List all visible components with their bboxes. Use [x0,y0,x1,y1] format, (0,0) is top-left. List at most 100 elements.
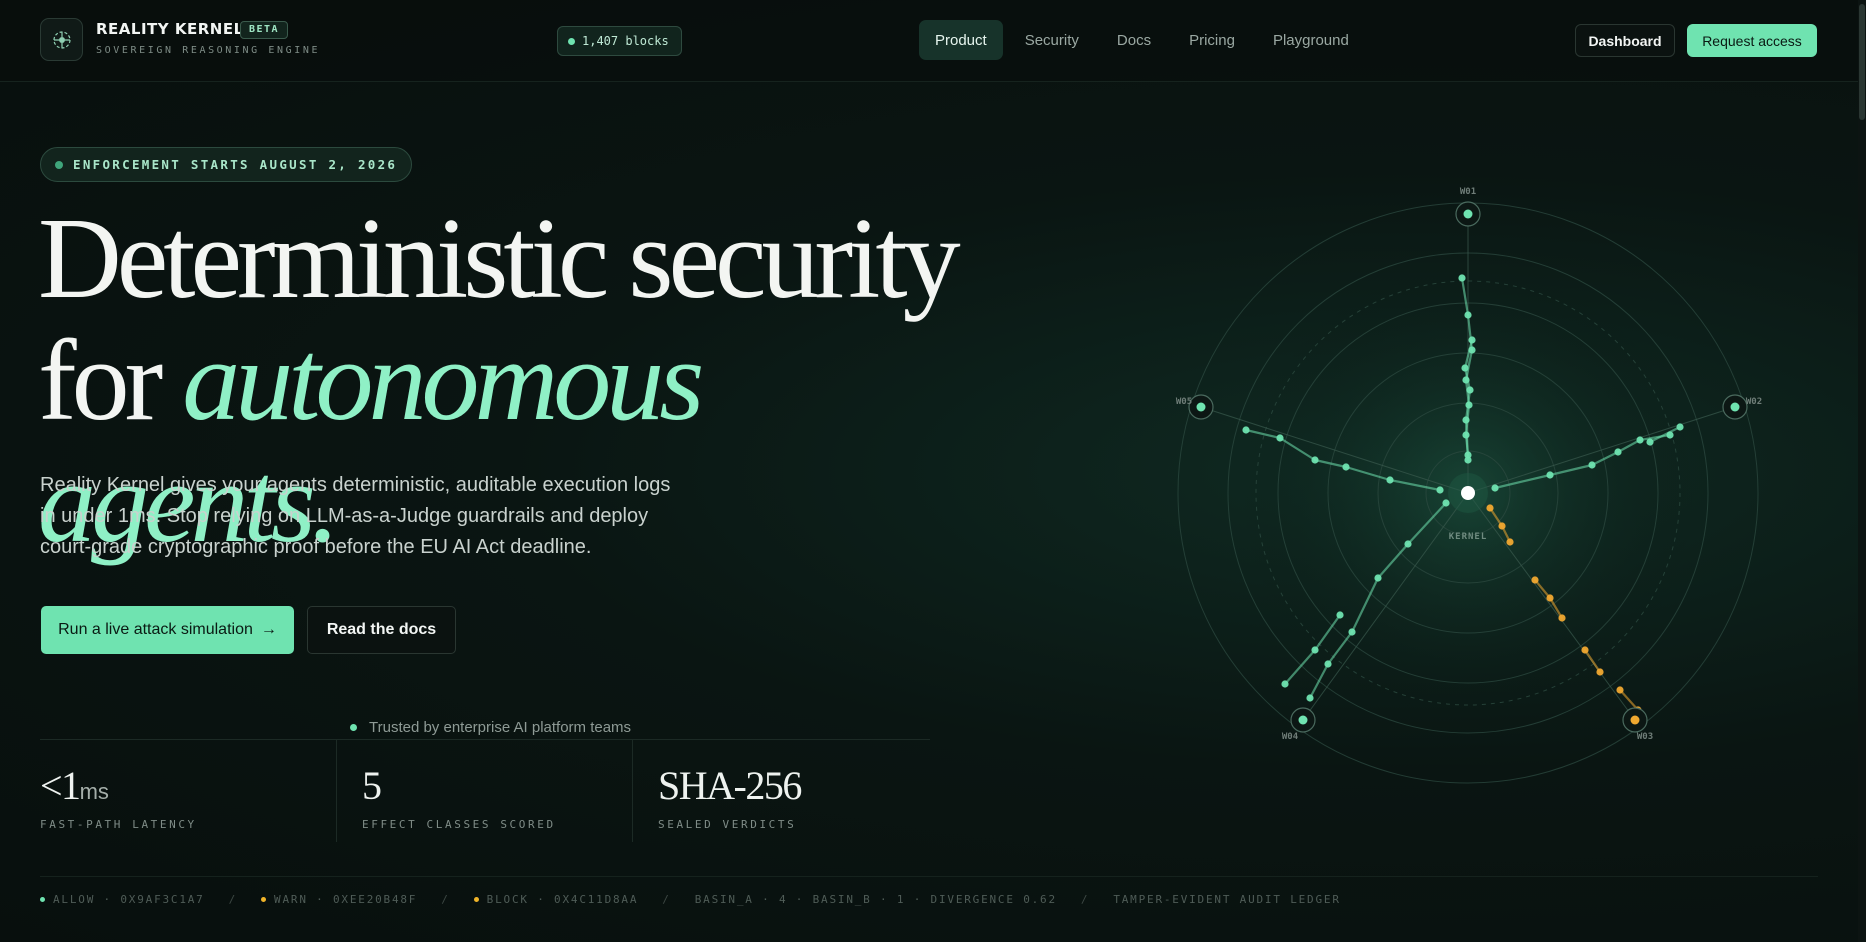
ticker-separator: / [441,893,450,906]
run-attack-simulation-button[interactable]: Run a live attack simulation → [41,606,294,654]
stat-label: EFFECT CLASSES SCORED [362,818,556,831]
brand-name: REALITY KERNEL [96,20,244,38]
particle-dot [1491,484,1499,492]
worker-node-dot [1298,715,1308,725]
badge-dot-icon [55,160,63,169]
ticker-dot-icon [473,897,479,902]
stat-label: SEALED VERDICTS [658,818,797,831]
particle-dot [1386,476,1394,484]
particle-dot [1242,426,1250,434]
stat-sealed-verdicts: SHA-256 SEALED VERDICTS [658,740,930,842]
ticker-separator: / [1080,893,1090,906]
trusted-dot-icon [350,724,357,731]
ticker-item: ALLOW · 0X9AF3C1A7 [40,893,205,906]
ticker-divider [40,876,1818,877]
request-access-button[interactable]: Request access [1687,24,1817,57]
trusted-text: Trusted by enterprise AI platform teams [369,719,632,736]
read-docs-button[interactable]: Read the docs [307,606,456,654]
nav-item-security[interactable]: Security [1009,20,1095,60]
particle-dot [1636,436,1644,444]
particle-dot [1468,336,1476,344]
stat-separator [336,740,337,842]
main-nav: Product Security Docs Pricing Playground [919,20,1365,60]
worker-node-dot [1630,715,1640,725]
nav-item-playground[interactable]: Playground [1257,20,1365,60]
particle-dot [1374,574,1382,582]
ticker-text: ALLOW · 0X9AF3C1A7 [53,893,205,906]
ticker-text: TAMPER-EVIDENT AUDIT LEDGER [1113,893,1341,906]
stat-value: <1ms [40,763,109,808]
scrollbar-thumb[interactable] [1859,4,1865,120]
worker-node-label: W01 [1460,187,1476,197]
worker-node-label: W04 [1282,732,1299,742]
nav-item-product[interactable]: Product [919,20,1003,60]
nav-item-pricing[interactable]: Pricing [1173,20,1251,60]
worker-node-label: W02 [1746,397,1762,407]
ticker-separator: / [662,893,671,906]
particle-dot [1404,540,1412,548]
particle-dot [1306,694,1314,702]
ticker-item: WARN · 0XEE20B48F [261,893,417,906]
ticker-dot-icon [261,897,267,902]
page-scrollbar[interactable] [1858,0,1866,942]
kernel-core-icon [1461,486,1475,500]
particle-dot [1461,364,1469,372]
particle-dot [1324,660,1332,668]
brand-tagline: SOVEREIGN REASONING ENGINE [96,45,321,56]
particle-dot [1436,486,1444,494]
brand-logo[interactable] [40,18,83,61]
particle-dot [1464,456,1472,464]
worker-node-dot [1730,402,1740,412]
ticker-text: WARN · 0XEE20B48F [274,893,418,906]
ticker-item: BLOCK · 0X4C11D8AA [473,893,639,906]
block-count-pill: 1,407 blocks [557,26,682,56]
particle-dot [1498,522,1506,530]
particle-dot [1486,504,1494,512]
dashboard-button[interactable]: Dashboard [1575,24,1675,57]
cta-primary-label: Run a live attack simulation [58,621,253,638]
particle-dot [1546,594,1554,602]
particle-dot [1558,614,1566,622]
particle-dot [1646,438,1654,446]
ticker-item: TAMPER-EVIDENT AUDIT LEDGER [1113,893,1340,906]
particle-dot [1614,448,1622,456]
trusted-by-note: Trusted by enterprise AI platform teams [350,719,631,736]
particle-dot [1442,499,1450,507]
event-ticker: ALLOW · 0X9AF3C1A7 / WARN · 0XEE20B48F / BLO… [40,893,1341,906]
particle-dot [1311,646,1319,654]
stat-latency: <1ms FAST-PATH LATENCY [40,740,336,842]
kernel-logo-icon [52,30,71,49]
particle-trail [1618,688,1640,712]
kernel-label: KERNEL [1449,532,1488,542]
particle-dot [1342,463,1350,471]
block-count: 1,407 blocks [582,34,669,48]
status-dot-icon [568,37,575,45]
particle-trail [1308,662,1330,700]
particle-dot [1348,628,1356,636]
ticker-text: BASIN_A · 4 · BASIN_B · 1 · DIVERGENCE 0… [694,893,1057,906]
particle-trail [1283,648,1317,686]
stat-label: FAST-PATH LATENCY [40,818,197,831]
headline-line-1: Deterministic security [38,195,961,323]
particle-dot [1281,680,1289,688]
worker-node-dot [1196,402,1206,412]
particle-dot [1276,434,1284,442]
stat-unit: ms [79,779,109,804]
particle-dot [1466,386,1474,394]
arrow-right-icon: → [260,621,277,638]
nav-item-docs[interactable]: Docs [1101,20,1167,60]
particle-dot [1546,471,1554,479]
particle-dot [1506,538,1514,546]
particle-dot [1596,668,1604,676]
stat-value: 5 [362,763,382,808]
hero-lead: Reality Kernel gives your agents determi… [40,474,671,558]
particle-dot [1464,311,1472,319]
worker-node-label: W03 [1637,732,1653,742]
ticker-text: BLOCK · 0X4C11D8AA [486,893,639,906]
enforcement-text: ENFORCEMENT STARTS AUGUST 2, 2026 [73,157,398,172]
ticker-item: BASIN_A · 4 · BASIN_B · 1 · DIVERGENCE 0… [695,893,1057,906]
particle-dot [1531,576,1539,584]
kernel-radar-diagram: W01 W02 W03 W04 W05 KERNEL [1176,187,1762,784]
particle-dot [1336,611,1344,619]
headline-for: for [38,317,183,445]
